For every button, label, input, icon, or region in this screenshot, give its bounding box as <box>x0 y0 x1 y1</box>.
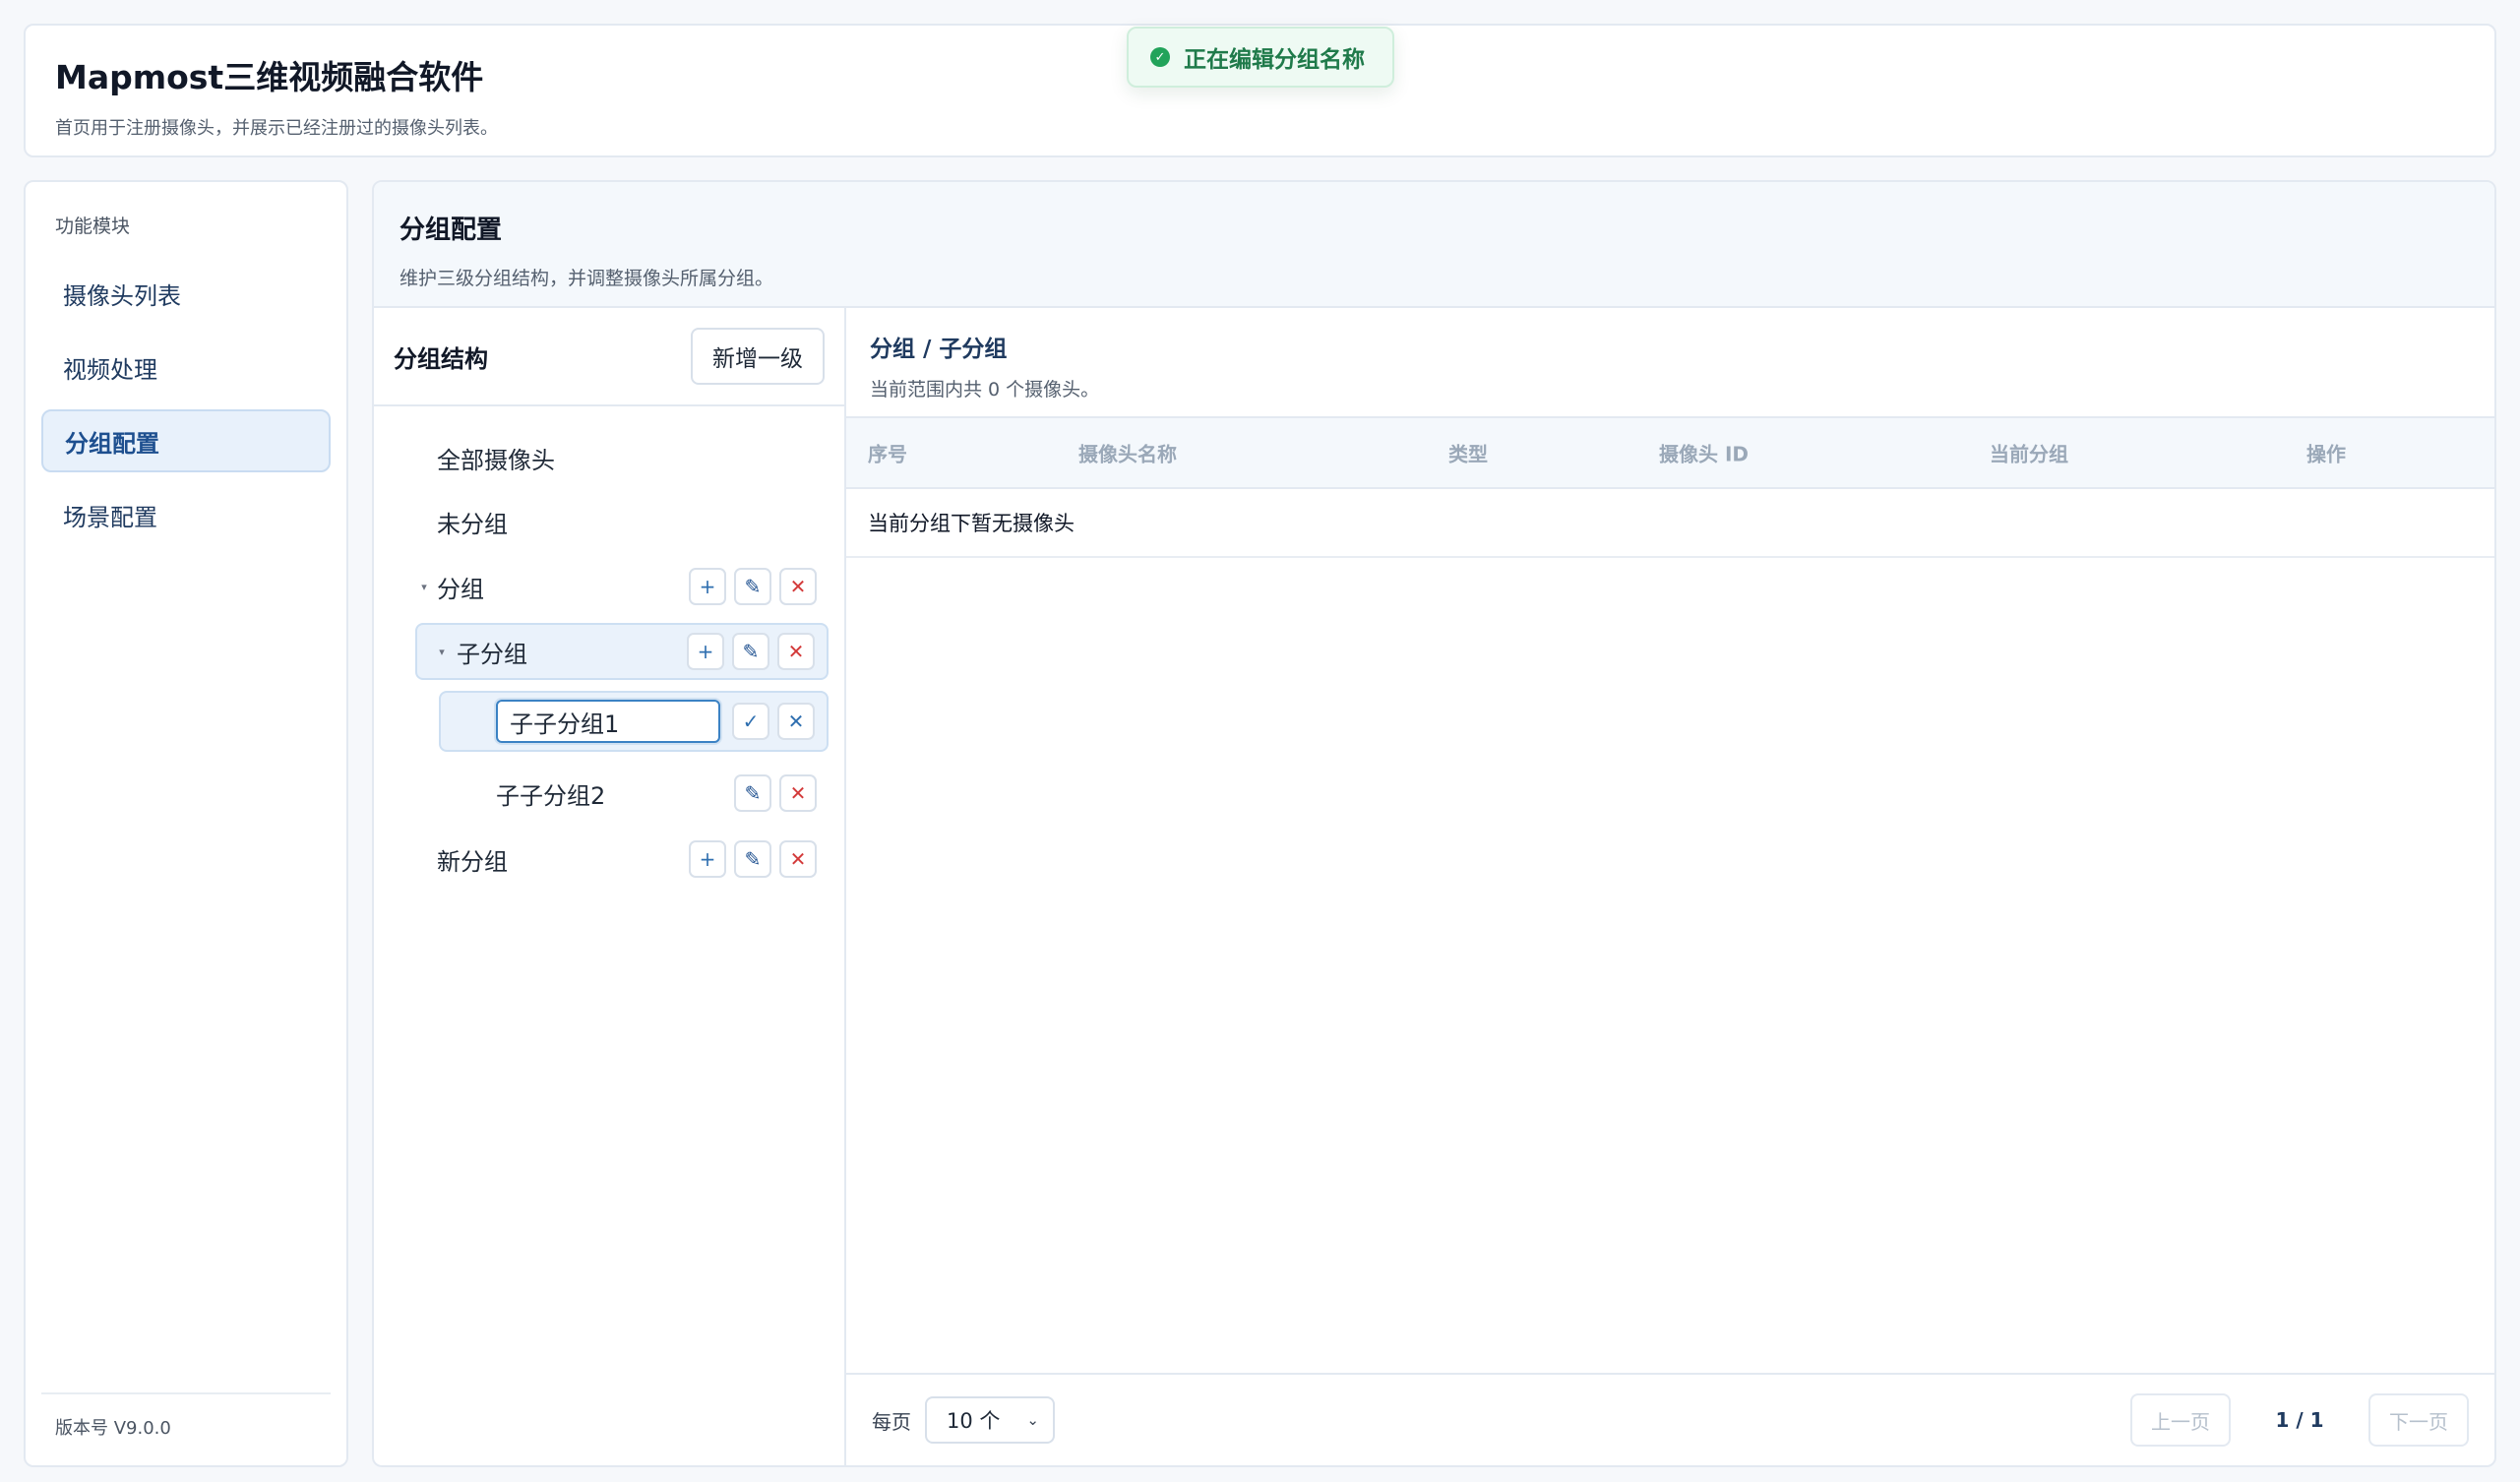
sidebar-item-label: 分组配置 <box>65 429 159 458</box>
tree-item-label: 分组 <box>437 575 484 603</box>
main-panel: 分组配置 维护三级分组结构，并调整摄像头所属分组。 分组结构 新增一级 全部摄像… <box>372 180 2496 1467</box>
add-subgroup-icon[interactable]: + <box>689 568 726 605</box>
cancel-icon[interactable]: ✕ <box>777 703 815 740</box>
page-title: 分组配置 <box>400 216 503 245</box>
tree-item-label: 全部摄像头 <box>437 446 555 474</box>
page-indicator: 1 / 1 <box>2275 1408 2324 1432</box>
confirm-icon[interactable]: ✓ <box>732 703 769 740</box>
edit-icon[interactable]: ✎ <box>734 774 771 812</box>
delete-icon[interactable]: ✕ <box>777 633 815 670</box>
sidebar-nav: 摄像头列表 视频处理 分组配置 场景配置 <box>41 262 331 546</box>
toast-message: 正在编辑分组名称 <box>1184 47 1365 73</box>
sidebar-heading: 功能模块 <box>55 216 131 237</box>
group-tree-panel: 分组结构 新增一级 全部摄像头 未分组 ▾ 分组 + ✎ ✕ ▾ 子分组 + ✎… <box>374 308 846 1465</box>
tree-item-group[interactable]: ▾ 分组 + ✎ ✕ <box>411 558 829 615</box>
next-page-button[interactable]: 下一页 <box>2368 1393 2469 1447</box>
tree-item-label: 未分组 <box>437 510 508 538</box>
edit-icon[interactable]: ✎ <box>734 568 771 605</box>
chevron-down-icon: ⌄ <box>1026 1411 1039 1429</box>
group-name-input[interactable] <box>496 700 720 743</box>
sidebar-item-label: 场景配置 <box>63 503 157 531</box>
per-page-label: 每页 <box>872 1409 911 1434</box>
sidebar-item-label: 视频处理 <box>63 355 157 384</box>
column-header-index: 序号 <box>868 442 907 466</box>
sidebar-item-label: 摄像头列表 <box>63 281 181 310</box>
tree-item-subsubgroup-2[interactable]: 子子分组2 ✎ ✕ <box>439 765 829 822</box>
tree-title: 分组结构 <box>394 344 488 373</box>
sidebar-item-group-config[interactable]: 分组配置 <box>41 409 331 472</box>
add-root-group-button[interactable]: 新增一级 <box>691 328 825 385</box>
table-empty-row: 当前分组下暂无摄像头 <box>846 489 2494 558</box>
pagination: 每页 10 个 ⌄ 上一页 1 / 1 下一页 <box>846 1373 2494 1465</box>
table-header: 序号 摄像头名称 类型 摄像头 ID 当前分组 操作 <box>846 418 2494 489</box>
sidebar: 功能模块 摄像头列表 视频处理 分组配置 场景配置 版本号 V9.0.0 <box>24 180 348 1467</box>
breadcrumb: 分组 / 子分组 <box>870 337 1008 362</box>
add-subgroup-icon[interactable]: + <box>689 840 726 878</box>
add-subgroup-icon[interactable]: + <box>687 633 724 670</box>
prev-page-button[interactable]: 上一页 <box>2130 1393 2231 1447</box>
toast-notification: ✓ 正在编辑分组名称 <box>1127 27 1394 88</box>
edit-icon[interactable]: ✎ <box>732 633 769 670</box>
column-header-current-group: 当前分组 <box>1990 442 2068 466</box>
sidebar-item-camera-list[interactable]: 摄像头列表 <box>41 262 331 325</box>
page-description: 维护三级分组结构，并调整摄像头所属分组。 <box>400 268 774 289</box>
main-header: 分组配置 维护三级分组结构，并调整摄像头所属分组。 <box>374 182 2494 308</box>
check-circle-icon: ✓ <box>1150 47 1170 67</box>
edit-icon[interactable]: ✎ <box>734 840 771 878</box>
delete-icon[interactable]: ✕ <box>779 568 817 605</box>
tree-item-all-cameras[interactable]: 全部摄像头 <box>411 429 829 486</box>
sidebar-item-scene-config[interactable]: 场景配置 <box>41 483 331 546</box>
delete-icon[interactable]: ✕ <box>779 840 817 878</box>
app-description: 首页用于注册摄像头，并展示已经注册过的摄像头列表。 <box>55 118 498 139</box>
tree-header: 分组结构 新增一级 <box>374 308 844 406</box>
tree-item-new-group[interactable]: 新分组 + ✎ ✕ <box>411 831 829 888</box>
version-label: 版本号 V9.0.0 <box>41 1392 331 1440</box>
column-header-type: 类型 <box>1448 442 1488 466</box>
camera-table-panel: 分组 / 子分组 当前范围内共 0 个摄像头。 序号 摄像头名称 类型 摄像头 … <box>846 308 2494 1465</box>
caret-down-icon[interactable]: ▾ <box>429 646 455 658</box>
caret-down-icon[interactable]: ▾ <box>411 581 437 593</box>
column-header-camera-name: 摄像头名称 <box>1078 442 1177 466</box>
tree-item-label: 子子分组2 <box>496 781 606 810</box>
tree-item-subgroup[interactable]: ▾ 子分组 + ✎ ✕ <box>415 623 829 680</box>
table-info: 分组 / 子分组 当前范围内共 0 个摄像头。 <box>846 308 2494 418</box>
tree-item-ungrouped[interactable]: 未分组 <box>411 493 829 550</box>
per-page-select[interactable]: 10 个 ⌄ <box>925 1396 1055 1444</box>
sidebar-item-video-processing[interactable]: 视频处理 <box>41 336 331 399</box>
per-page-value: 10 个 <box>947 1409 1001 1433</box>
camera-count-text: 当前范围内共 0 个摄像头。 <box>870 379 1100 401</box>
column-header-camera-id: 摄像头 ID <box>1659 442 1750 466</box>
tree-item-label: 子分组 <box>457 640 527 668</box>
empty-state-text: 当前分组下暂无摄像头 <box>868 512 1075 535</box>
tree-item-label: 新分组 <box>437 847 508 876</box>
column-header-actions: 操作 <box>2306 442 2346 466</box>
delete-icon[interactable]: ✕ <box>779 774 817 812</box>
tree-item-editing: ✓ ✕ <box>439 691 829 752</box>
